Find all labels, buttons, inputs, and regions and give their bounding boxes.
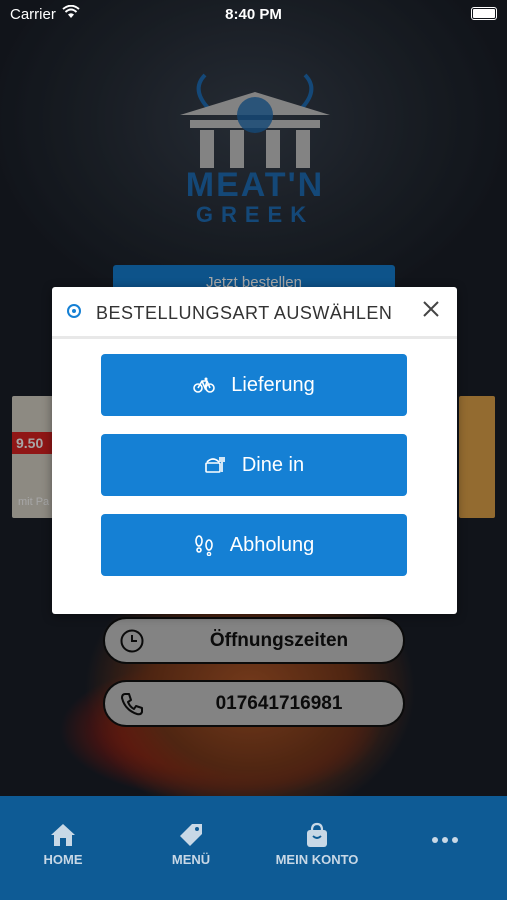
delivery-label: Lieferung <box>231 373 315 396</box>
bicycle-icon <box>193 377 216 393</box>
pickup-label: Abholung <box>229 533 315 556</box>
dine-in-label: Dine in <box>241 453 305 476</box>
dine-in-button[interactable]: Dine in <box>101 434 407 496</box>
bottom-tab-bar: HOME MENÜ MEIN KONTO <box>0 796 507 900</box>
tab-more[interactable] <box>390 836 500 848</box>
more-icon <box>390 836 500 844</box>
home-icon <box>8 822 118 848</box>
tab-home-label: HOME <box>43 852 83 867</box>
status-bar: Carrier 8:40 PM <box>0 0 507 30</box>
footprints-icon <box>194 534 214 556</box>
tab-my-account-label: MEIN KONTO <box>275 852 359 867</box>
tab-menu[interactable]: MENÜ <box>136 822 246 867</box>
pickup-button[interactable]: Abholung <box>101 514 407 576</box>
clock-time: 8:40 PM <box>225 6 282 23</box>
food-icon <box>204 455 226 475</box>
close-icon[interactable] <box>419 297 443 321</box>
bag-icon <box>262 822 372 848</box>
battery-icon <box>471 7 497 20</box>
dialog-header: BESTELLUNGSART AUSWÄHLEN <box>52 287 457 339</box>
tab-home[interactable]: HOME <box>8 822 118 867</box>
tab-menu-label: MENÜ <box>171 852 211 867</box>
order-type-dialog: BESTELLUNGSART AUSWÄHLEN Lieferung Dine … <box>52 287 457 614</box>
gear-icon <box>66 303 82 324</box>
delivery-button[interactable]: Lieferung <box>101 354 407 416</box>
tab-my-account[interactable]: MEIN KONTO <box>262 822 372 867</box>
tag-icon <box>136 822 246 848</box>
dialog-title: BESTELLUNGSART AUSWÄHLEN <box>96 303 393 323</box>
